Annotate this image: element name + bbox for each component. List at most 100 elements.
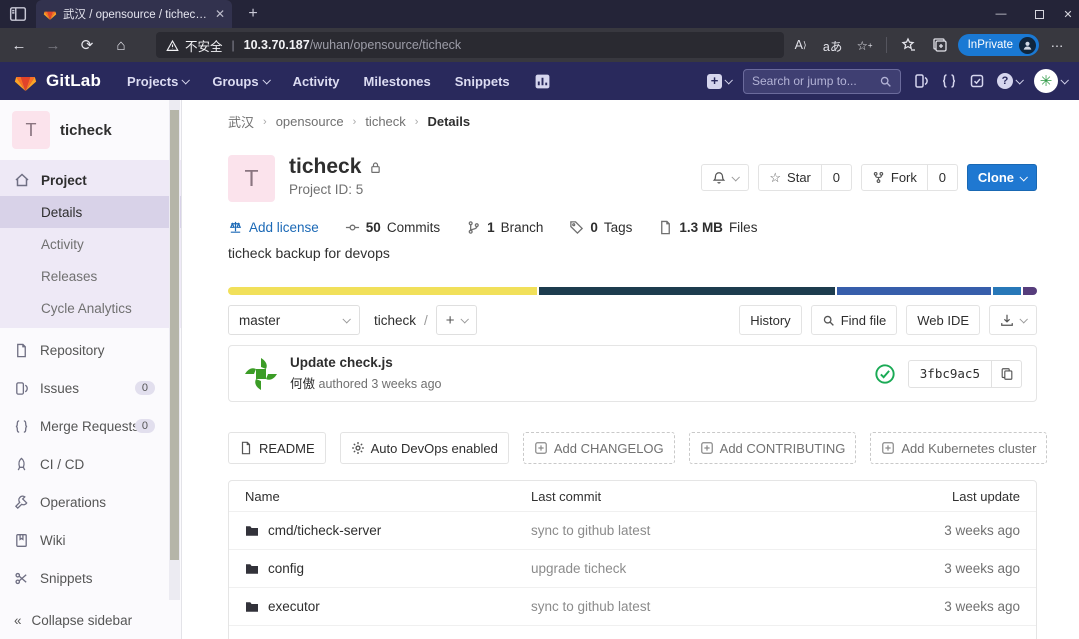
vertical-tabs-icon[interactable]: [9, 5, 27, 23]
commit-message-link[interactable]: sync to github latest: [531, 523, 861, 538]
breadcrumb-group[interactable]: 武汉: [228, 112, 254, 131]
address-bar[interactable]: 不安全 | 10.3.70.187 /wuhan/opensource/tich…: [156, 32, 784, 58]
fork-count[interactable]: 0: [928, 164, 958, 191]
collapse-sidebar-button[interactable]: « Collapse sidebar: [0, 601, 181, 639]
sidebar-item-wiki[interactable]: Wiki: [0, 524, 181, 556]
file-link[interactable]: executor: [229, 599, 531, 614]
notifications-dropdown[interactable]: [701, 164, 749, 191]
clone-button[interactable]: Clone: [967, 164, 1037, 191]
sidebar-item-releases[interactable]: Releases: [0, 260, 181, 292]
auto-devops-button[interactable]: Auto DevOps enabled: [340, 432, 509, 464]
sidebar-item-project[interactable]: Project: [0, 164, 181, 196]
inprivate-badge[interactable]: InPrivate: [958, 34, 1039, 56]
sidebar-project-header[interactable]: T ticheck: [0, 100, 181, 160]
read-aloud-icon[interactable]: A⟩: [787, 32, 815, 58]
favorites-bar-icon[interactable]: [894, 32, 922, 58]
user-menu[interactable]: ✳: [1034, 69, 1067, 93]
star-icon: ☆: [769, 170, 781, 186]
todos-icon[interactable]: [969, 73, 985, 89]
nav-milestones[interactable]: Milestones: [364, 74, 431, 89]
help-menu[interactable]: ?: [997, 73, 1022, 89]
more-menu-icon[interactable]: ⋯: [1043, 32, 1071, 58]
pipeline-status-icon[interactable]: [874, 363, 896, 385]
new-menu-button[interactable]: +: [707, 74, 731, 89]
file-link[interactable]: config: [229, 561, 531, 576]
add-kubernetes-cluster-button[interactable]: Add Kubernetes cluster: [870, 432, 1047, 464]
add-contributing-button[interactable]: Add CONTRIBUTING: [689, 432, 857, 464]
sidebar: T ticheck Project Details Activity Relea…: [0, 100, 182, 639]
search-input[interactable]: [752, 74, 879, 88]
sidebar-item-cycle-analytics[interactable]: Cycle Analytics: [0, 292, 181, 324]
add-license-link[interactable]: Add license: [228, 220, 319, 235]
security-chip[interactable]: 不安全: [166, 36, 223, 55]
history-button[interactable]: History: [739, 305, 801, 335]
back-button[interactable]: ←: [4, 32, 34, 58]
gitlab-logo[interactable]: GitLab: [13, 69, 101, 93]
branches-stat[interactable]: 1Branch: [466, 220, 543, 235]
commit-author[interactable]: 何傲: [290, 377, 315, 391]
sidebar-item-details[interactable]: Details: [0, 196, 181, 228]
new-tab-button[interactable]: +: [242, 3, 264, 25]
window-minimize-button[interactable]: —: [983, 0, 1019, 28]
commit-title-link[interactable]: Update check.js: [290, 355, 442, 370]
sidebar-item-activity[interactable]: Activity: [0, 228, 181, 260]
copy-sha-button[interactable]: [991, 361, 1021, 387]
nav-snippets[interactable]: Snippets: [455, 74, 510, 89]
breadcrumb-separator: ›: [353, 116, 357, 128]
tab-close-icon[interactable]: ✕: [215, 7, 225, 21]
browser-tab[interactable]: 武汉 / opensource / ticheck · Git ✕: [36, 0, 232, 28]
sidebar-scrollbar[interactable]: [169, 100, 180, 600]
sidebar-item-repository[interactable]: Repository: [0, 334, 181, 366]
repo-path[interactable]: ticheck: [374, 313, 416, 328]
collections-icon[interactable]: [926, 32, 954, 58]
home-button[interactable]: ⌂: [106, 32, 136, 58]
add-favorite-icon[interactable]: ☆+: [851, 32, 879, 58]
search-box[interactable]: [743, 69, 901, 94]
sidebar-item-ci-cd[interactable]: CI / CD: [0, 448, 181, 480]
language-segment: [837, 287, 992, 295]
project-avatar-large: T: [228, 155, 275, 202]
sidebar-item-merge-requests[interactable]: Merge Requests 0: [0, 410, 181, 442]
breadcrumb-subgroup[interactable]: opensource: [276, 114, 344, 129]
add-changelog-button[interactable]: Add CHANGELOG: [523, 432, 675, 464]
star-count[interactable]: 0: [822, 164, 852, 191]
nav-projects[interactable]: Projects: [127, 74, 188, 89]
fork-button[interactable]: Fork: [861, 164, 928, 191]
commit-message-link[interactable]: upgrade ticheck: [531, 561, 861, 576]
folder-icon: [245, 601, 259, 613]
sidebar-item-issues[interactable]: Issues 0: [0, 372, 181, 404]
table-row: executor sync to github latest 3 weeks a…: [229, 587, 1036, 625]
issues-icon[interactable]: [913, 73, 929, 89]
sidebar-item-snippets[interactable]: Snippets: [0, 562, 181, 594]
translate-icon[interactable]: aあ: [819, 32, 847, 58]
branch-selector[interactable]: master: [228, 305, 360, 335]
sidebar-item-operations[interactable]: Operations: [0, 486, 181, 518]
merge-requests-icon[interactable]: [941, 73, 957, 89]
charts-icon[interactable]: [534, 73, 551, 90]
find-file-button[interactable]: Find file: [811, 305, 898, 335]
last-update-time: 3 weeks ago: [861, 561, 1036, 576]
nav-groups[interactable]: Groups: [212, 74, 268, 89]
file-link[interactable]: cmd/ticheck-server: [229, 523, 531, 538]
tags-stat[interactable]: 0Tags: [569, 220, 632, 235]
files-stat[interactable]: 1.3 MBFiles: [658, 220, 757, 235]
refresh-button[interactable]: ⟳: [72, 32, 102, 58]
window-maximize-button[interactable]: [1021, 0, 1057, 28]
chevron-down-icon: [460, 315, 468, 323]
language-bar[interactable]: [228, 287, 1037, 295]
star-button[interactable]: ☆ Star: [758, 164, 822, 191]
download-source-button[interactable]: [989, 305, 1037, 335]
nav-activity[interactable]: Activity: [293, 74, 340, 89]
commit-sha-group: 3fbc9ac5: [908, 360, 1022, 388]
breadcrumb-project[interactable]: ticheck: [365, 114, 405, 129]
plus-icon: +: [707, 74, 722, 89]
commit-sha[interactable]: 3fbc9ac5: [909, 361, 991, 387]
commit-message-link[interactable]: sync to github latest: [531, 599, 861, 614]
window-close-button[interactable]: ✕: [1057, 0, 1079, 28]
url-path: /wuhan/opensource/ticheck: [310, 38, 461, 52]
commits-stat[interactable]: 50Commits: [345, 220, 440, 235]
readme-button[interactable]: README: [228, 432, 326, 464]
web-ide-button[interactable]: Web IDE: [906, 305, 980, 335]
forward-button[interactable]: →: [38, 32, 68, 58]
add-file-dropdown[interactable]: +: [436, 305, 477, 335]
